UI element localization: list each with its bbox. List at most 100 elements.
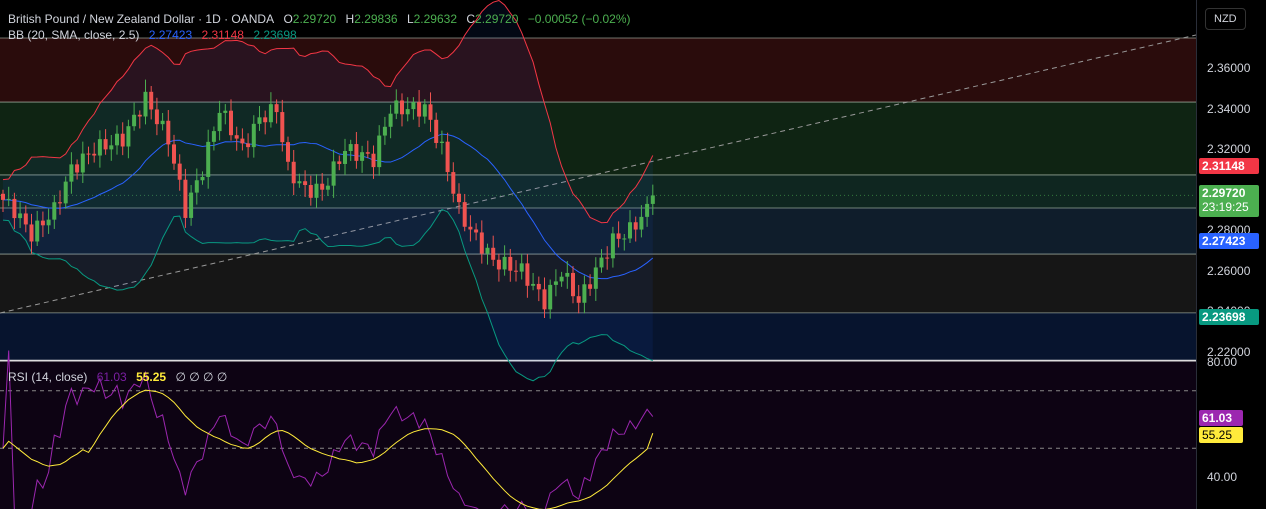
candle-body	[343, 151, 347, 164]
candle-body	[593, 267, 598, 289]
candle-body	[576, 296, 581, 303]
candle-body	[360, 152, 365, 161]
candle-body	[536, 283, 541, 290]
bb-label: BB (20, SMA, close, 2.5)	[8, 28, 140, 42]
candle-body	[143, 91, 148, 117]
rsi-legend[interactable]: RSI (14, close) 61.03 55.25 ∅ ∅ ∅ ∅	[8, 370, 233, 384]
candle-body	[491, 247, 496, 260]
candle-body	[650, 195, 655, 204]
candle-body	[314, 183, 319, 198]
candle-body	[588, 284, 593, 289]
candle-body	[286, 142, 290, 162]
rsi-tag: 61.03	[1199, 410, 1243, 426]
candle-body	[605, 257, 610, 259]
price-chart[interactable]	[0, 0, 1196, 509]
candle-body	[126, 126, 131, 147]
candle-body	[422, 104, 427, 117]
candle-body	[40, 220, 45, 226]
close-value: 2.29720	[475, 12, 519, 26]
candle-body	[297, 181, 302, 184]
candle-body	[639, 216, 644, 230]
bar-countdown: 23:19:25	[1202, 200, 1249, 214]
candle-body	[628, 222, 632, 239]
candle-body	[234, 135, 239, 139]
candle-body	[1, 193, 5, 200]
symbol-legend: British Pound / New Zealand Dollar · 1D …	[8, 12, 637, 26]
candle-body	[268, 104, 273, 123]
candle-body	[553, 281, 558, 285]
candle-body	[189, 192, 194, 218]
candle-body	[337, 161, 342, 164]
candle-body	[120, 133, 125, 147]
candle-body	[457, 193, 461, 203]
candle-body	[223, 110, 228, 113]
candle-body	[354, 144, 359, 161]
candle-body	[645, 203, 650, 217]
last-price-tag: 2.29720 23:19:25	[1199, 185, 1259, 217]
candle-body	[633, 222, 638, 230]
candle-body	[97, 139, 102, 156]
candle-body	[468, 226, 473, 230]
candle-body	[29, 224, 34, 242]
candle-body	[46, 219, 51, 226]
candle-body	[417, 102, 422, 117]
candle-body	[303, 181, 308, 186]
candle-body	[348, 144, 353, 152]
candle-body	[565, 272, 570, 277]
candle-body	[548, 284, 553, 310]
price-tick: 2.26000	[1207, 263, 1251, 278]
candle-body	[80, 153, 85, 173]
candle-body	[69, 164, 74, 182]
o-label: O	[283, 12, 293, 26]
price-axis[interactable]: NZD 2.360002.340002.320002.300002.280002…	[1196, 0, 1266, 509]
candle-body	[172, 144, 176, 164]
candle-body	[200, 176, 205, 181]
candle-body	[177, 163, 182, 180]
candle-body	[496, 259, 501, 270]
candle-body	[308, 185, 313, 198]
bb-legend[interactable]: BB (20, SMA, close, 2.5) 2.27423 2.31148…	[8, 28, 303, 42]
candle-body	[405, 109, 410, 115]
candle-body	[525, 263, 530, 286]
candle-body	[320, 183, 325, 190]
rsi-tick: 40.00	[1207, 470, 1238, 484]
change-value: −0.00052 (−0.02%)	[527, 12, 631, 26]
candle-body	[365, 152, 370, 154]
candle-body	[325, 185, 330, 190]
candle-body	[571, 272, 575, 297]
c-label: C	[466, 12, 476, 26]
candle-body	[63, 181, 68, 204]
candle-body	[616, 233, 621, 239]
candle-body	[251, 123, 256, 148]
bb-basis-tag: 2.27423	[1199, 233, 1259, 249]
candle-body	[291, 161, 296, 184]
candle-body	[52, 202, 57, 220]
candle-body	[246, 143, 251, 148]
bb-upper-tag: 2.31148	[1199, 158, 1259, 174]
last-price: 2.29720	[1202, 186, 1246, 200]
candle-body	[115, 133, 119, 146]
candle-body	[445, 141, 450, 173]
candle-body	[411, 102, 416, 110]
candle-body	[194, 180, 199, 193]
rsi-tick: 80.00	[1207, 355, 1238, 369]
candle-body	[6, 198, 11, 200]
candle-body	[371, 153, 376, 168]
candle-body	[109, 145, 114, 150]
candle-body	[137, 114, 142, 117]
candle-body	[23, 213, 28, 225]
candle-body	[531, 283, 536, 286]
candle-body	[610, 233, 615, 259]
candle-body	[508, 256, 513, 271]
candle-body	[502, 256, 507, 270]
candle-body	[519, 263, 524, 272]
rsi-ma-value: 55.25	[136, 370, 167, 384]
high-value: 2.29836	[354, 12, 398, 26]
candle-body	[18, 213, 23, 219]
candle-body	[240, 138, 245, 144]
candle-body	[183, 179, 188, 218]
bb-basis-value: 2.27423	[148, 28, 193, 42]
currency-button[interactable]: NZD	[1205, 8, 1246, 30]
candle-body	[485, 247, 490, 254]
candle-body	[331, 161, 336, 186]
